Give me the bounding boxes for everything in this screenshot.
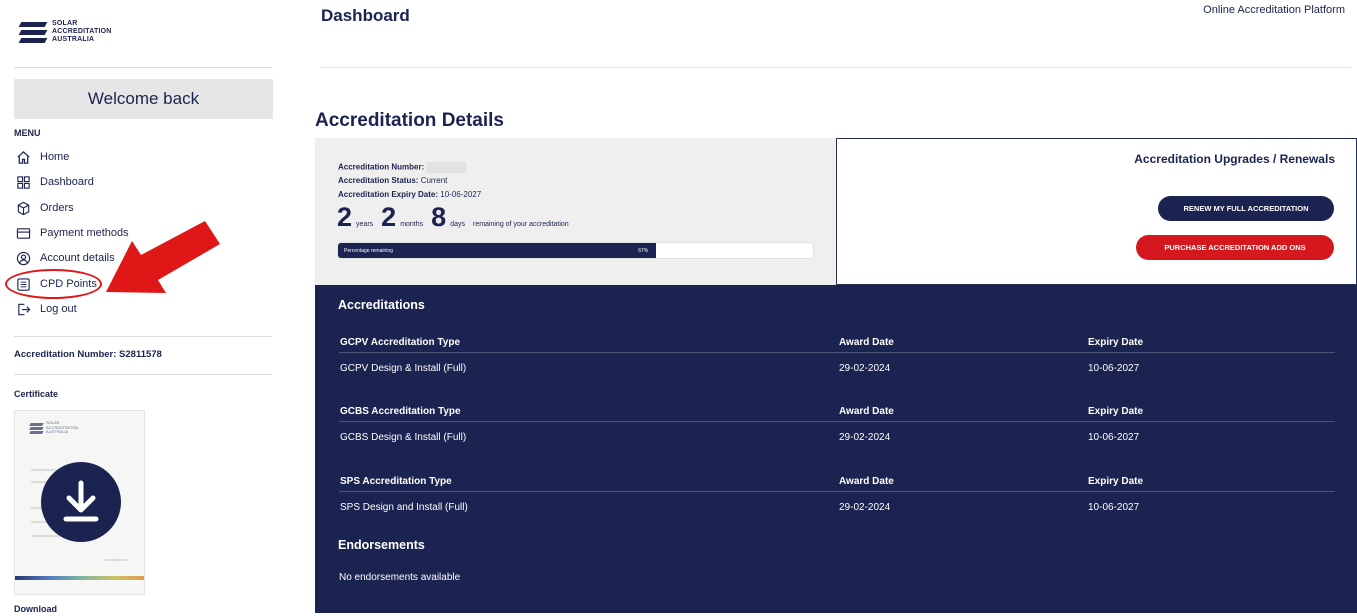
endorsements-empty-text: No endorsements available	[339, 572, 461, 583]
accreditation-name: GCBS Design & Install (Full)	[340, 432, 467, 443]
divider	[14, 374, 272, 375]
row-divider	[339, 421, 1335, 422]
endorsements-title: Endorsements	[338, 538, 425, 552]
days-unit: days	[450, 221, 465, 228]
accreditation-number-line: Accreditation Number:	[338, 162, 467, 173]
user-circle-icon	[16, 251, 31, 266]
remaining-text: remaining of your accreditation	[472, 221, 569, 228]
accreditations-panel: Accreditations GCPV Accreditation Type A…	[315, 285, 1357, 613]
menu-item-log-out[interactable]: Log out	[16, 299, 77, 319]
certificate-color-stripe	[15, 576, 144, 580]
accreditation-type-header: SPS Accreditation Type	[340, 476, 452, 487]
award-date: 29-02-2024	[839, 363, 891, 374]
award-date-header: Award Date	[839, 476, 894, 487]
logo-text: SOLAR ACCREDITATION AUSTRALIA	[52, 20, 112, 43]
certificate-signature-line	[105, 559, 127, 561]
upgrades-title: Accreditation Upgrades / Renewals	[1134, 152, 1335, 166]
expiry-date: 10-06-2027	[1088, 363, 1140, 374]
certificate-logo-text: SOLAR ACCREDITATION AUSTRALIA	[46, 420, 79, 434]
expiry-date: 10-06-2027	[1088, 502, 1140, 513]
accreditation-details-title: Accreditation Details	[315, 110, 504, 131]
percentage-remaining-bar: Percentage remaining 67%	[337, 242, 814, 259]
header-divider	[320, 67, 1351, 68]
dashboard-grid-icon	[16, 175, 31, 190]
logout-icon	[16, 302, 31, 317]
certificate-label: Certificate	[14, 389, 59, 399]
award-date-header: Award Date	[839, 337, 894, 348]
menu-item-orders[interactable]: Orders	[16, 198, 74, 218]
row-divider	[339, 491, 1335, 492]
award-date: 29-02-2024	[839, 432, 891, 443]
logo-mark-icon	[29, 422, 44, 434]
accreditation-expiry-line: Accreditation Expiry Date: 10-06-2027	[338, 190, 482, 199]
accreditation-type-header: GCBS Accreditation Type	[340, 406, 461, 417]
credit-card-icon	[16, 226, 31, 241]
menu-heading: MENU	[14, 128, 41, 138]
sidebar: SOLAR ACCREDITATION AUSTRALIA Welcome ba…	[0, 0, 290, 616]
months-unit: months	[400, 221, 424, 228]
orders-box-icon	[16, 201, 31, 216]
accreditation-status-line: Accreditation Status: Current	[338, 176, 448, 185]
menu-item-label: Dashboard	[40, 176, 94, 188]
menu-item-label: Home	[40, 151, 70, 163]
progress-value: 67%	[638, 247, 649, 254]
platform-name: Online Accreditation Platform	[1203, 4, 1345, 16]
certificate-logo: SOLAR ACCREDITATION AUSTRALIA	[29, 420, 79, 435]
divider	[14, 336, 272, 337]
download-label: Download	[14, 604, 57, 614]
redacted-value	[426, 162, 467, 173]
solar-accreditation-logo[interactable]: SOLAR ACCREDITATION AUSTRALIA	[18, 20, 112, 44]
menu-item-home[interactable]: Home	[16, 147, 69, 167]
menu-item-dashboard[interactable]: Dashboard	[16, 172, 94, 192]
award-date: 29-02-2024	[839, 502, 891, 513]
divider	[14, 67, 272, 68]
years-value: 2	[337, 202, 353, 232]
progress-label: Percentage remaining	[344, 247, 393, 254]
sidebar-accreditation-number: Accreditation Number: S2811578	[14, 349, 162, 360]
welcome-banner: Welcome back	[14, 79, 273, 119]
row-divider	[339, 352, 1335, 353]
accreditations-title: Accreditations	[338, 298, 425, 312]
page-title: Dashboard	[321, 6, 410, 25]
accreditation-type-header: GCPV Accreditation Type	[340, 337, 461, 348]
accreditation-name: GCPV Design & Install (Full)	[340, 363, 467, 374]
certificate-download-thumbnail[interactable]: SOLAR ACCREDITATION AUSTRALIA	[14, 410, 145, 595]
expiry-date: 10-06-2027	[1088, 432, 1140, 443]
progress-fill: Percentage remaining 67%	[338, 243, 657, 258]
accreditation-name: SPS Design and Install (Full)	[340, 502, 468, 513]
expiry-date-header: Expiry Date	[1088, 406, 1144, 417]
upgrades-renewals-card: Accreditation Upgrades / Renewals RENEW …	[836, 138, 1357, 285]
logo-mark-icon	[18, 20, 48, 44]
accreditation-details-card: Accreditation Number: Accreditation Stat…	[315, 138, 836, 285]
annotation-arrow-icon	[106, 221, 220, 293]
purchase-add-ons-button[interactable]: PURCHASE ACCREDITATION ADD ONS	[1136, 235, 1334, 260]
renew-accreditation-button[interactable]: RENEW MY FULL ACCREDITATION	[1158, 196, 1334, 221]
expiry-date-header: Expiry Date	[1088, 476, 1144, 487]
menu-item-label: Orders	[40, 202, 74, 214]
time-remaining: 2 years 2 months 8 days remaining of you…	[337, 202, 577, 233]
award-date-header: Award Date	[839, 406, 894, 417]
days-value: 8	[431, 202, 447, 232]
months-value: 2	[381, 202, 397, 232]
expiry-date-header: Expiry Date	[1088, 337, 1144, 348]
home-icon	[16, 150, 31, 165]
menu-item-label: Log out	[40, 303, 77, 315]
download-icon[interactable]	[41, 462, 121, 542]
years-unit: years	[356, 221, 374, 228]
